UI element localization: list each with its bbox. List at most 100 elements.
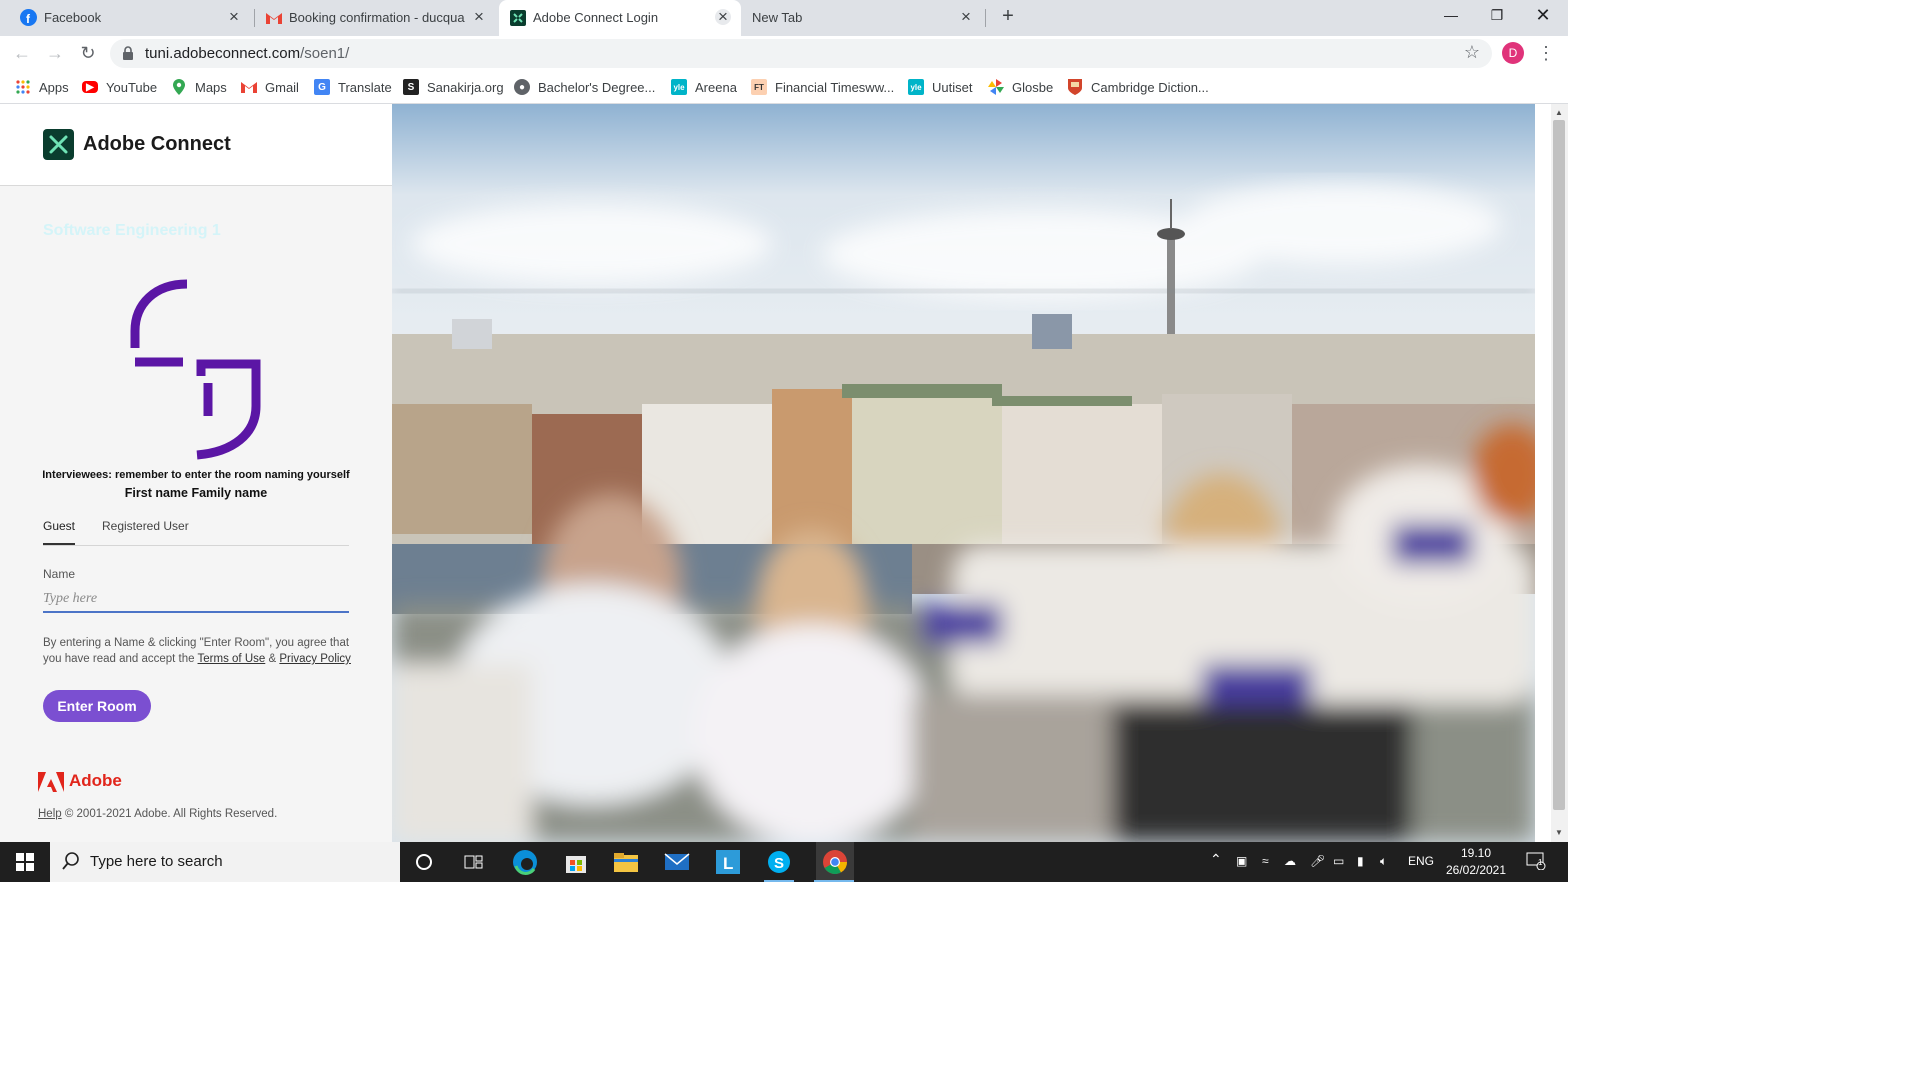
tab-new-tab[interactable]: New Tab ×: [742, 0, 984, 34]
bookmark-youtube[interactable]: ▶ YouTube: [82, 78, 157, 96]
help-link[interactable]: Help: [38, 808, 62, 820]
notification-center-icon[interactable]: 1: [1526, 852, 1546, 873]
profile-avatar[interactable]: D: [1502, 42, 1524, 64]
microsoft-store-icon[interactable]: [562, 848, 590, 876]
l-app-icon[interactable]: L: [714, 848, 742, 876]
close-icon[interactable]: ×: [471, 8, 487, 25]
name-field-label: Name: [43, 567, 76, 581]
clock-time: 19.10: [1460, 846, 1492, 860]
forward-arrow-icon[interactable]: →: [43, 41, 67, 65]
copyright-text: © 2001-2021 Adobe. All Rights Reserved.: [64, 808, 278, 820]
bookmark-label: YouTube: [106, 79, 158, 95]
yle-icon: yle: [908, 79, 924, 95]
login-panel: Adobe Connect Software Engineering 1 Int…: [0, 104, 392, 842]
cortana-icon[interactable]: [410, 848, 438, 876]
tab-title: Facebook: [44, 10, 102, 25]
edge-icon[interactable]: [511, 848, 539, 876]
room-logo-icon: [130, 279, 261, 460]
scrollbar-thumb[interactable]: [1553, 120, 1565, 810]
bookmark-gmail[interactable]: Gmail: [241, 78, 299, 96]
language-indicator[interactable]: ENG: [1408, 854, 1434, 868]
svg-text:S: S: [774, 855, 784, 872]
microphone-icon[interactable]: 🎤︎: [1310, 854, 1325, 868]
onedrive-icon[interactable]: ☁: [1284, 854, 1296, 868]
volume-icon[interactable]: 🔈︎: [1380, 854, 1387, 869]
windows-start-icon[interactable]: [11, 848, 39, 876]
system-clock[interactable]: 19.10 26/02/2021: [1436, 845, 1516, 879]
bookmark-uutiset[interactable]: yle Uutiset: [908, 78, 972, 96]
bookmark-label: Glosbe: [1012, 79, 1054, 95]
url-path: /soen1/: [300, 45, 350, 62]
file-explorer-icon[interactable]: [612, 848, 640, 876]
globe-icon: ●: [514, 79, 530, 95]
translate-icon: G: [314, 79, 330, 95]
facebook-icon: f: [20, 9, 37, 26]
restore-button[interactable]: ❐: [1474, 0, 1520, 30]
gmail-icon: [241, 79, 257, 95]
agreement-amp: &: [268, 653, 277, 665]
bookmark-translate[interactable]: G Translate: [314, 78, 392, 96]
room-name: Software Engineering 1: [43, 222, 221, 239]
notification-count: 1: [1538, 858, 1543, 867]
address-bar[interactable]: tuni.adobeconnect.com/soen1/ ☆: [110, 39, 1492, 68]
adobe-logo-icon: [38, 772, 64, 792]
new-tab-button[interactable]: +: [997, 6, 1019, 28]
tab-guest[interactable]: Guest: [43, 519, 76, 545]
search-icon: [62, 852, 79, 870]
chrome-icon[interactable]: [816, 842, 854, 882]
privacy-policy-link[interactable]: Privacy Policy: [279, 653, 351, 665]
clock-date: 26/02/2021: [1445, 863, 1507, 877]
gmail-icon: [265, 9, 282, 26]
bookmark-maps[interactable]: Maps: [171, 78, 227, 96]
bookmark-cambridge-dictionary[interactable]: Cambridge Diction...: [1067, 78, 1209, 96]
close-window-button[interactable]: ✕: [1520, 0, 1566, 30]
close-icon[interactable]: ×: [715, 8, 731, 25]
page-scrollbar[interactable]: ▲ ▼: [1551, 104, 1568, 842]
enter-room-button[interactable]: Enter Room: [43, 690, 151, 722]
more-menu-icon[interactable]: ⋮: [1536, 42, 1556, 64]
sanakirja-icon: S: [403, 79, 419, 95]
show-hidden-icons-chevron-up-icon[interactable]: ⌃: [1210, 851, 1222, 868]
tab-registered-user[interactable]: Registered User: [102, 519, 189, 533]
display-icon[interactable]: ▭: [1333, 854, 1344, 868]
scroll-down-arrow-icon[interactable]: ▼: [1554, 828, 1564, 837]
youtube-icon: ▶: [82, 81, 98, 93]
url-host: tuni.adobeconnect.com: [145, 45, 301, 62]
bookmark-star-icon[interactable]: ☆: [1464, 42, 1480, 63]
bookmark-label: Gmail: [265, 79, 299, 95]
name-input[interactable]: [43, 586, 349, 613]
tab-facebook[interactable]: f Facebook ×: [0, 0, 252, 34]
reload-icon[interactable]: ↻: [76, 41, 100, 65]
close-icon[interactable]: ×: [958, 8, 974, 25]
scroll-up-arrow-icon[interactable]: ▲: [1554, 108, 1564, 117]
bookmark-bachelors-degree[interactable]: ● Bachelor's Degree...: [514, 78, 655, 96]
windows-taskbar: Type here to search L S ⌃ ▣ ≈ ☁ 🎤︎ ▭ ▮ 🔈…: [0, 842, 1568, 882]
task-view-icon[interactable]: [460, 848, 488, 876]
svg-text:L: L: [723, 854, 733, 873]
close-icon[interactable]: ×: [226, 8, 242, 25]
bookmark-areena[interactable]: yle Areena: [671, 78, 737, 96]
taskbar-search-box[interactable]: Type here to search: [50, 842, 400, 882]
bookmark-apps[interactable]: Apps: [15, 78, 69, 96]
browser-toolbar: ← → ↻ tuni.adobeconnect.com/soen1/ ☆: [0, 36, 1568, 70]
bookmark-glosbe[interactable]: Glosbe: [988, 78, 1053, 96]
tab-gmail-booking[interactable]: Booking confirmation - ducquan ×: [255, 0, 497, 34]
bookmark-label: Apps: [39, 79, 69, 95]
bookmark-label: Maps: [195, 79, 227, 95]
bookmark-label: Uutiset: [932, 79, 973, 95]
mail-icon[interactable]: [663, 848, 691, 876]
tab-separator: [985, 9, 986, 27]
minimize-button[interactable]: —: [1428, 0, 1474, 30]
tab-adobe-connect-login[interactable]: Adobe Connect Login ×: [499, 0, 741, 36]
bookmark-sanakirja[interactable]: S Sanakirja.org: [403, 78, 504, 96]
tab-title: Adobe Connect Login: [533, 10, 659, 25]
bookmark-financial-times[interactable]: FT Financial Timesww...: [751, 78, 894, 96]
battery-icon[interactable]: ▮: [1357, 854, 1364, 868]
wifi-icon[interactable]: ≈: [1262, 854, 1269, 868]
meet-now-icon[interactable]: ▣: [1236, 854, 1247, 868]
login-type-tabs: Guest Registered User: [43, 515, 349, 546]
bookmark-label: Areena: [695, 79, 737, 95]
back-arrow-icon[interactable]: ←: [10, 41, 34, 65]
skype-icon[interactable]: S: [765, 848, 793, 876]
terms-of-use-link[interactable]: Terms of Use: [198, 653, 266, 665]
